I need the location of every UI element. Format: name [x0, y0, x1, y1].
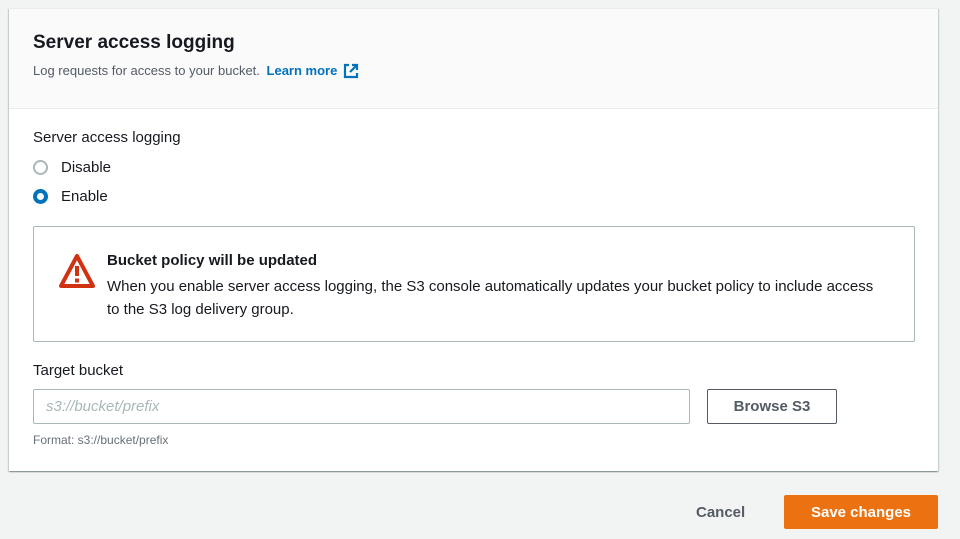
target-bucket-input[interactable]	[33, 389, 690, 424]
warning-alert: Bucket policy will be updated When you e…	[33, 226, 915, 342]
alert-body: When you enable server access logging, t…	[107, 278, 874, 318]
logging-label: Server access logging	[33, 129, 181, 146]
format-hint: Format: s3://bucket/prefix	[33, 433, 169, 447]
warning-icon	[59, 254, 95, 288]
panel-title: Server access logging	[33, 32, 235, 53]
server-access-logging-panel: Server access logging Log requests for a…	[9, 8, 938, 471]
radio-enable[interactable]: Enable	[33, 188, 108, 205]
panel-header: Server access logging Log requests for a…	[9, 9, 938, 109]
radio-label: Enable	[61, 188, 108, 205]
radio-disable[interactable]: Disable	[33, 159, 111, 176]
cancel-button[interactable]: Cancel	[682, 495, 759, 529]
external-link-icon	[344, 63, 359, 79]
description-text: Log requests for access to your bucket.	[33, 63, 260, 78]
browse-s3-button[interactable]: Browse S3	[707, 389, 837, 424]
save-changes-button[interactable]: Save changes	[784, 495, 938, 529]
radio-label: Disable	[61, 159, 112, 176]
target-bucket-label: Target bucket	[33, 362, 124, 379]
radio-circle-selected[interactable]	[33, 189, 48, 204]
learn-more-label: Learn more	[266, 63, 338, 78]
panel-description: Log requests for access to your bucket. …	[33, 63, 359, 79]
alert-title: Bucket policy will be updated	[107, 252, 318, 269]
radio-circle[interactable]	[33, 160, 48, 175]
learn-more-link[interactable]: Learn more	[266, 63, 360, 79]
